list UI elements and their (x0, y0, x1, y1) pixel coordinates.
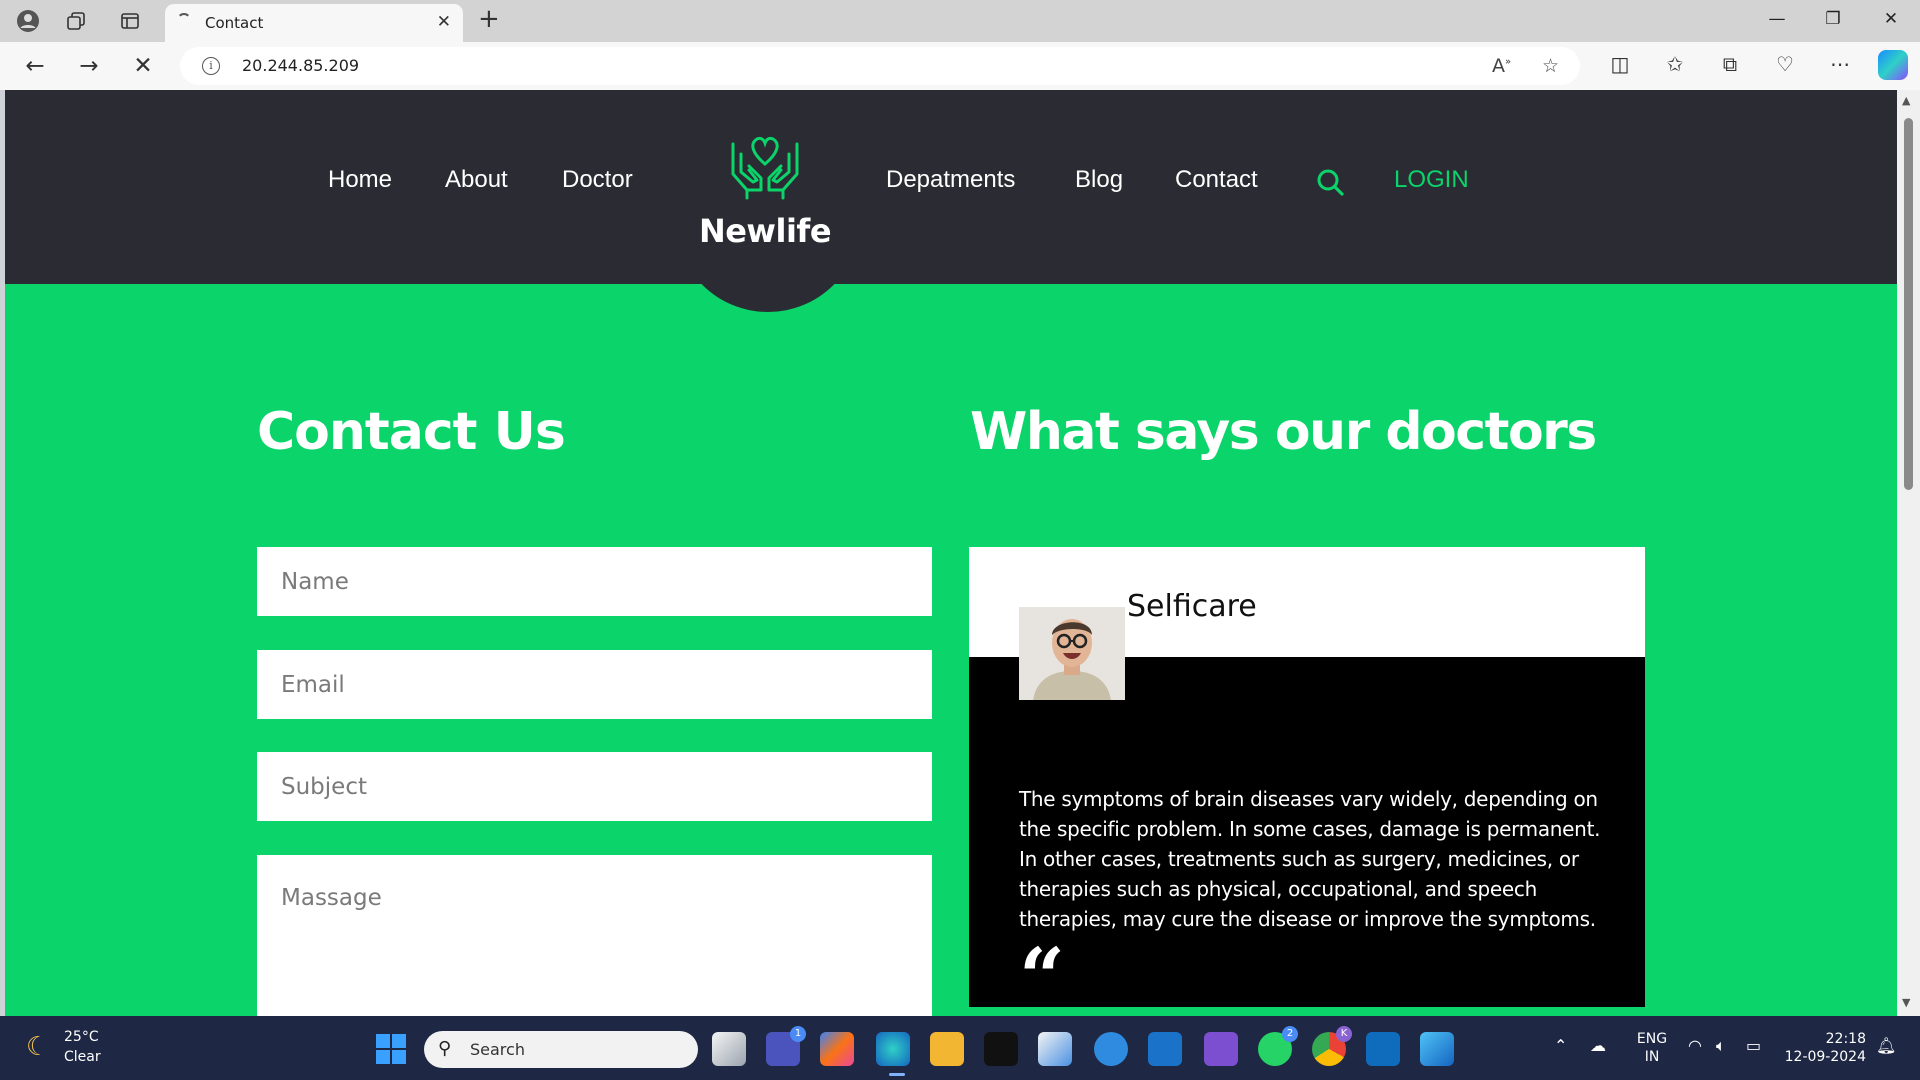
profile-icon[interactable] (14, 7, 42, 35)
taskbar-search[interactable]: ⚲ Search (424, 1031, 698, 1068)
weather-condition[interactable]: Clear (64, 1049, 101, 1065)
tab-close-icon[interactable]: ✕ (437, 12, 451, 32)
collections-icon[interactable]: ⧉ (1715, 52, 1745, 76)
active-tab[interactable]: Contact ✕ (165, 4, 463, 42)
testimonial-name: Selficare (1127, 589, 1257, 624)
copilot-taskbar-icon[interactable] (820, 1032, 854, 1066)
language-indicator[interactable]: ENG IN (1634, 1030, 1670, 1066)
onedrive-icon[interactable]: ☁ (1590, 1036, 1606, 1055)
subject-input[interactable] (257, 752, 932, 821)
testimonial-card: Selficare The symptoms of brain diseases… (969, 547, 1645, 1016)
wifi-icon[interactable]: ◠ (1688, 1036, 1702, 1055)
split-screen-icon[interactable]: ◫ (1605, 52, 1635, 76)
teams-badge: 1 (790, 1026, 806, 1042)
chrome-profile-badge: K (1336, 1026, 1352, 1042)
taskbar-search-icon: ⚲ (438, 1038, 452, 1059)
help-icon[interactable] (1094, 1032, 1128, 1066)
nav-doctor[interactable]: Doctor (562, 166, 633, 194)
task-view-icon[interactable] (712, 1032, 746, 1066)
weather-temperature[interactable]: 25°C (64, 1029, 99, 1045)
nav-contact[interactable]: Contact (1175, 166, 1258, 194)
testimonial-text: The symptoms of brain diseases vary wide… (1019, 787, 1601, 931)
new-tab-button[interactable]: + (478, 4, 500, 34)
close-window-icon[interactable]: ✕ (1871, 9, 1911, 29)
more-menu-icon[interactable]: ⋯ (1825, 52, 1855, 76)
quote-icon: “ (1019, 930, 1066, 1016)
clock-time: 22:18 (1825, 1031, 1866, 1047)
url-text[interactable]: 20.244.85.209 (242, 56, 359, 75)
vertical-tabs-icon[interactable] (116, 7, 144, 35)
chrome-icon[interactable]: K (1312, 1026, 1352, 1066)
page-viewport: Home About Doctor Newlife Depatments Blo… (5, 90, 1897, 1016)
vscode-icon[interactable] (1366, 1032, 1400, 1066)
testimonials-heading: What says our doctors (970, 402, 1597, 462)
restore-icon[interactable]: ❐ (1813, 9, 1853, 29)
volume-icon[interactable]: 🔈︎ (1716, 1036, 1726, 1056)
favorites-icon[interactable]: ✩ (1660, 52, 1690, 76)
edge-active-indicator (889, 1073, 905, 1076)
search-icon[interactable] (1316, 168, 1344, 196)
message-input[interactable] (257, 855, 932, 1016)
language-code: ENG (1636, 1031, 1668, 1047)
browser-tab-bar: Contact ✕ + — ❐ ✕ (0, 0, 1920, 42)
photos-icon[interactable] (1420, 1032, 1454, 1066)
page-scrollbar[interactable]: ▲ ▼ (1897, 90, 1920, 1016)
tab-title: Contact (205, 14, 264, 32)
nav-departments[interactable]: Depatments (886, 166, 1015, 194)
read-aloud-icon[interactable]: A» (1492, 55, 1511, 77)
nav-home[interactable]: Home (328, 166, 392, 194)
scrollbar-thumb[interactable] (1904, 118, 1913, 490)
workspaces-icon[interactable] (62, 7, 90, 35)
battery-icon[interactable]: ▭ (1746, 1036, 1761, 1055)
back-button[interactable]: ← (20, 51, 50, 81)
address-toolbar: ← → ✕ i 20.244.85.209 A» ☆ ◫ ✩ ⧉ ♡ ⋯ (0, 42, 1920, 90)
loading-spinner-icon (177, 13, 191, 27)
site-logo-text[interactable]: Newlife (695, 212, 835, 250)
contact-heading: Contact Us (257, 402, 566, 462)
taskbar: ☾ 25°C Clear ⚲ Search 1 2 K ⌃ ☁ ENG IN ◠… (0, 1016, 1920, 1080)
login-link[interactable]: LOGIN (1394, 166, 1469, 194)
stop-loading-button[interactable]: ✕ (128, 51, 158, 81)
whatsapp-badge: 2 (1282, 1026, 1298, 1042)
doctor-avatar (1019, 607, 1125, 700)
weather-moon-icon[interactable]: ☾ (26, 1032, 49, 1062)
logo-hands-heart-icon[interactable] (727, 130, 803, 200)
notification-bell-icon[interactable]: 🔔︎ (1876, 1036, 1896, 1055)
email-input[interactable] (257, 650, 932, 719)
copilot-icon[interactable] (1878, 50, 1908, 80)
favorite-star-icon[interactable]: ☆ (1542, 55, 1559, 77)
minimize-icon[interactable]: — (1757, 9, 1797, 29)
forward-button[interactable]: → (74, 51, 104, 81)
nav-about[interactable]: About (445, 166, 508, 194)
system-clock[interactable]: 22:18 12-09-2024 (1782, 1030, 1866, 1066)
edge-icon[interactable] (876, 1032, 910, 1066)
teams-icon[interactable]: 1 (766, 1026, 806, 1066)
tray-overflow-icon[interactable]: ⌃ (1554, 1036, 1567, 1055)
clock-date: 12-09-2024 (1784, 1049, 1866, 1065)
scroll-up-icon[interactable]: ▲ (1902, 94, 1910, 107)
site-info-icon[interactable]: i (202, 57, 220, 75)
visual-studio-icon[interactable] (1204, 1032, 1238, 1066)
name-input[interactable] (257, 547, 932, 616)
store-icon[interactable] (1038, 1032, 1072, 1066)
scroll-down-icon[interactable]: ▼ (1902, 996, 1910, 1009)
terminal-icon[interactable] (984, 1032, 1018, 1066)
nav-blog[interactable]: Blog (1075, 166, 1123, 194)
browser-essentials-icon[interactable]: ♡ (1770, 52, 1800, 76)
taskbar-search-label: Search (470, 1040, 525, 1059)
address-bar[interactable]: i 20.244.85.209 A» ☆ (180, 47, 1580, 85)
start-windows-icon[interactable] (376, 1034, 406, 1064)
language-region: IN (1644, 1049, 1660, 1065)
file-explorer-icon[interactable] (930, 1032, 964, 1066)
myhp-icon[interactable] (1148, 1032, 1182, 1066)
whatsapp-icon[interactable]: 2 (1258, 1026, 1298, 1066)
